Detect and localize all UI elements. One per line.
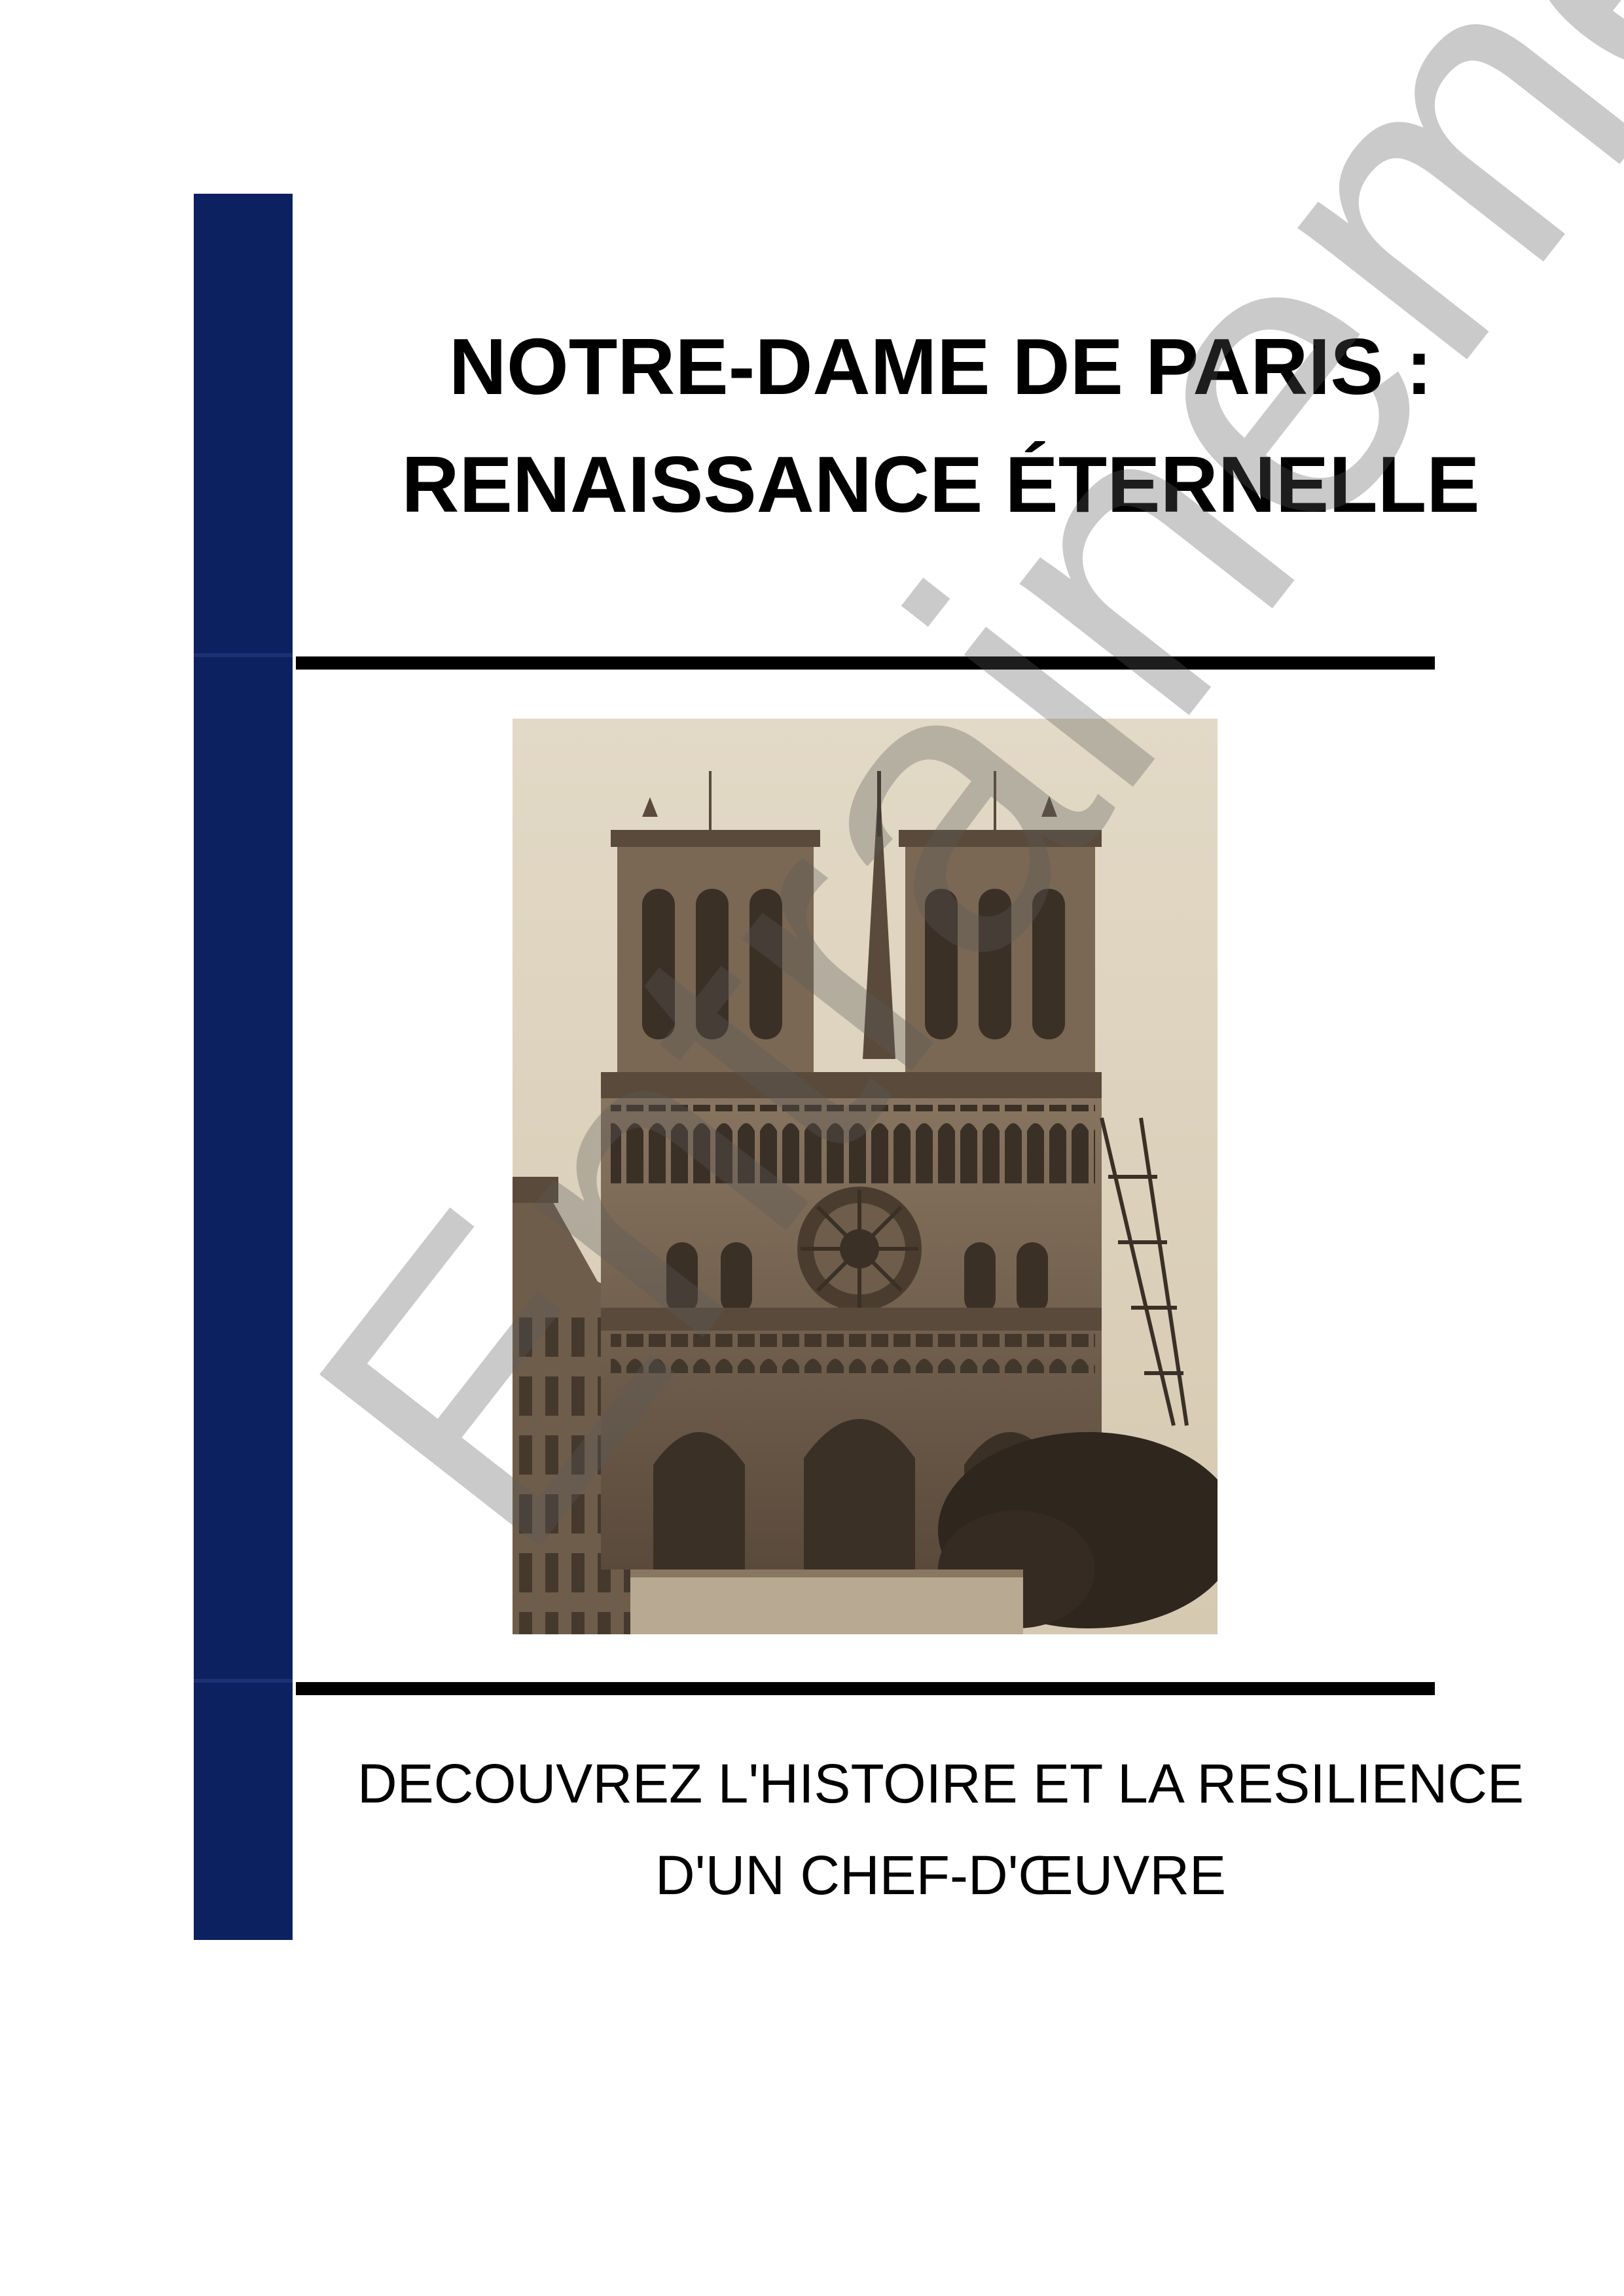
bottom-divider — [296, 1682, 1435, 1695]
subtitle-line-1: DECOUVREZ L'HISTOIRE ET LA RESILIENCE — [357, 1753, 1525, 1814]
cover-subtitle: DECOUVREZ L'HISTOIRE ET LA RESILIENCE D'… — [293, 1738, 1589, 1921]
cover-side-bar — [194, 194, 293, 1940]
top-divider — [296, 656, 1435, 670]
side-bar-seam — [194, 653, 293, 657]
cathedral-photo-illustration — [513, 719, 1218, 1634]
cathedral-photo — [513, 719, 1218, 1634]
side-bar-seam — [194, 1679, 293, 1683]
title-line-1: NOTRE-DAME DE PARIS : — [448, 322, 1433, 411]
subtitle-line-2: D'UN CHEF-D'ŒUVRE — [655, 1844, 1227, 1906]
cover-title: NOTRE-DAME DE PARIS : RENAISSANCE ÉTERNE… — [293, 308, 1589, 543]
title-line-2: RENAISSANCE ÉTERNELLE — [401, 440, 1480, 529]
